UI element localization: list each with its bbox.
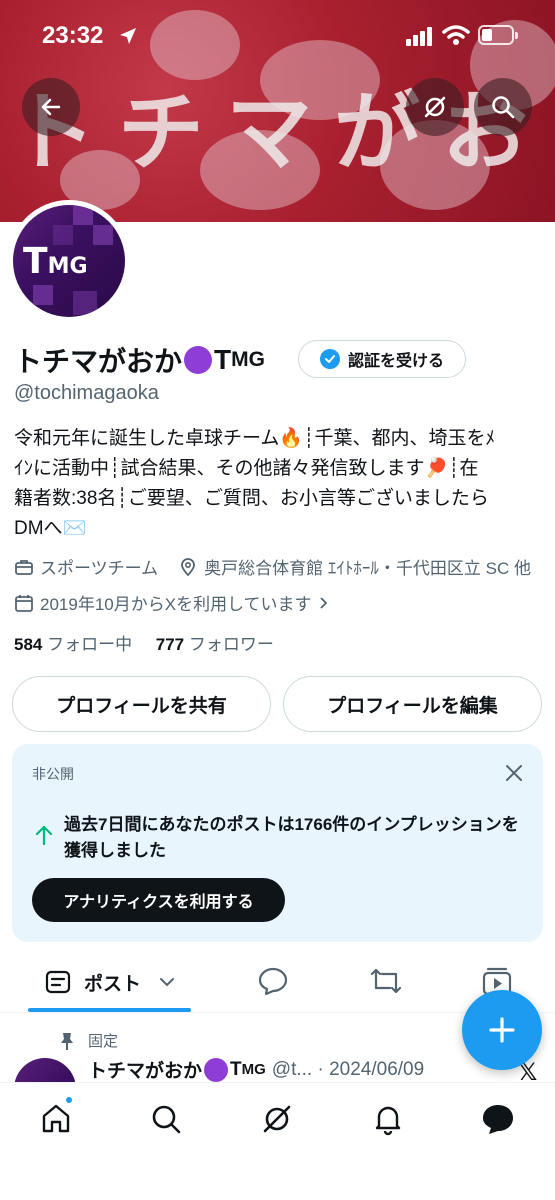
following-link[interactable]: 584 フォロー中	[14, 635, 132, 654]
bottom-navigation	[0, 1082, 555, 1200]
bio-line: 令和元年に誕生した卓球チーム🔥┊千葉、都内、埼玉をﾒ	[14, 428, 496, 449]
briefcase-icon	[14, 557, 34, 577]
bio-line: 籍者数:38名┊ご要望、ご質問、お小言等ございましたら	[14, 488, 489, 509]
tab-replies[interactable]	[256, 964, 290, 1003]
grok-icon	[263, 1105, 291, 1133]
repost-icon	[370, 968, 402, 994]
post-author-name: トチマがおか	[88, 1061, 203, 1082]
nav-search[interactable]	[146, 1099, 186, 1139]
verified-badge-icon	[319, 349, 340, 369]
compose-post-button[interactable]	[462, 990, 542, 1070]
chevron-right-icon	[318, 595, 330, 611]
nav-home[interactable]	[36, 1099, 76, 1139]
private-analytics-card: 非公開 過去7日間にあなたのポストは1766件のインプレッションを獲得しました …	[12, 744, 543, 942]
search-button[interactable]	[474, 78, 532, 136]
posts-tab-icon	[45, 970, 71, 994]
profile-bio: 令和元年に誕生した卓球チーム🔥┊千葉、都内、埼玉をﾒ ｲﾝに活動中┊試合結果、そ…	[14, 424, 542, 544]
grok-button[interactable]	[406, 78, 464, 136]
search-icon	[152, 1105, 181, 1134]
following-count: 584	[14, 635, 43, 654]
pin-icon	[61, 1032, 73, 1050]
close-icon[interactable]	[503, 762, 525, 784]
profile-name-suffix-small: MG	[231, 348, 265, 371]
profile-avatar[interactable]: TMG	[8, 200, 130, 322]
home-icon	[42, 1104, 70, 1133]
purple-circle-emoji	[184, 346, 213, 374]
share-profile-button[interactable]: プロフィールを共有	[12, 676, 271, 732]
tab-posts[interactable]: ポスト	[28, 952, 191, 1012]
follow-stats: 584 フォロー中 777 フォロワー	[14, 630, 274, 655]
chevron-down-icon	[160, 978, 174, 987]
location-pin-icon	[178, 557, 198, 577]
followers-label: フォロワー	[188, 635, 274, 654]
nav-notifications[interactable]	[368, 1099, 408, 1139]
private-label: 非公開	[32, 766, 74, 782]
get-verified-button[interactable]: 認証を受ける	[298, 340, 466, 378]
followers-count: 777	[155, 635, 185, 654]
wifi-icon	[442, 25, 470, 45]
profile-category: スポーツチーム	[40, 559, 159, 578]
plus-icon	[489, 1017, 515, 1043]
post-handle-date: @t... · 2024/06/09	[271, 1058, 425, 1080]
banner-calligraphy: トチマがおか	[10, 82, 555, 183]
get-verified-label: 認証を受ける	[347, 353, 444, 370]
following-label: フォロー中	[47, 635, 133, 654]
signal-icon	[406, 27, 432, 46]
bio-line: DMへ✉️	[14, 518, 87, 539]
location-arrow-icon	[120, 28, 136, 44]
followers-link[interactable]: 777 フォロワー	[156, 635, 274, 654]
nav-messages[interactable]	[478, 1099, 518, 1139]
purple-circle-emoji	[204, 1057, 229, 1082]
profile-location: 奥戸総合体育館 ｴｲﾄﾎｰﾙ・千代田区立 SC 他	[204, 559, 531, 578]
profile-meta-row: スポーツチーム 奥戸総合体育館 ｴｲﾄﾎｰﾙ・千代田区立 SC 他	[14, 554, 531, 579]
status-bar: 23:32	[0, 0, 555, 72]
search-icon	[492, 96, 515, 119]
analytics-button[interactable]: アナリティクスを利用する	[32, 878, 285, 922]
reply-bubble-icon	[258, 967, 288, 996]
tab-posts-label: ポスト	[83, 973, 141, 995]
post-author-suffix-small: MG	[241, 1061, 266, 1078]
profile-name-text: トチマがおか	[14, 346, 183, 377]
post-author-suffix-big: T	[230, 1058, 242, 1080]
pinned-label: 固定	[88, 1033, 119, 1050]
bio-line: ｲﾝに活動中┊試合結果、その他諸々発信致します🏓┊在	[14, 458, 479, 479]
back-button[interactable]	[22, 78, 80, 136]
profile-handle: @tochimagaoka	[14, 382, 159, 404]
nav-grok[interactable]	[257, 1099, 297, 1139]
tab-reposts[interactable]	[368, 964, 404, 1003]
profile-name: トチマがおか T MG	[14, 340, 265, 380]
grok-icon	[424, 96, 446, 118]
profile-joined-date: 2019年10月からXを利用しています	[40, 595, 312, 614]
bell-icon	[375, 1106, 401, 1136]
battery-icon	[478, 25, 518, 45]
edit-profile-button[interactable]: プロフィールを編集	[283, 676, 542, 732]
post-header: トチマがおか T MG @t... · 2024/06/09	[88, 1056, 424, 1083]
calendar-icon	[14, 593, 34, 613]
avatar-logo-text: TMG	[23, 241, 88, 282]
messages-icon	[483, 1105, 513, 1134]
impressions-message: 過去7日間にあなたのポストは1766件のインプレッションを獲得しました	[64, 815, 519, 860]
back-arrow-icon	[41, 98, 61, 116]
home-notification-dot	[64, 1095, 74, 1105]
profile-name-suffix-big: T	[214, 344, 232, 375]
pinned-indicator: 固定	[58, 1030, 118, 1051]
profile-joined-row[interactable]: 2019年10月からXを利用しています	[14, 590, 336, 615]
status-time: 23:32	[42, 22, 104, 49]
arrow-up-icon	[35, 825, 53, 846]
